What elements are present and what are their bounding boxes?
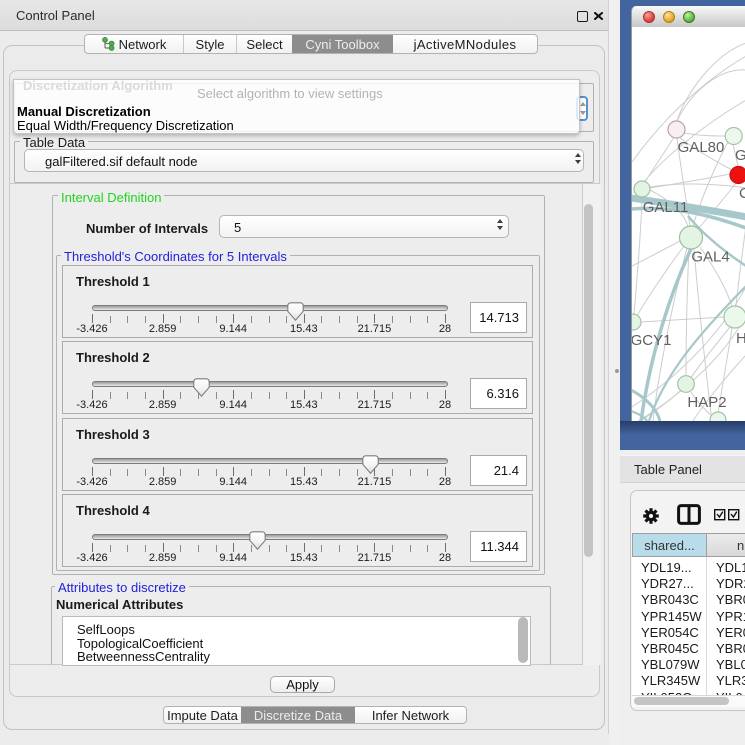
- svg-text:HAP2: HAP2: [687, 394, 726, 411]
- svg-text:C: C: [739, 185, 745, 202]
- svg-text:GAL4: GAL4: [691, 249, 729, 266]
- svg-text:GAL11: GAL11: [643, 199, 689, 216]
- svg-text:GA: GA: [735, 147, 745, 164]
- svg-text:GCY1: GCY1: [632, 332, 671, 349]
- svg-text:GAL80: GAL80: [678, 139, 725, 156]
- svg-text:H: H: [736, 330, 745, 347]
